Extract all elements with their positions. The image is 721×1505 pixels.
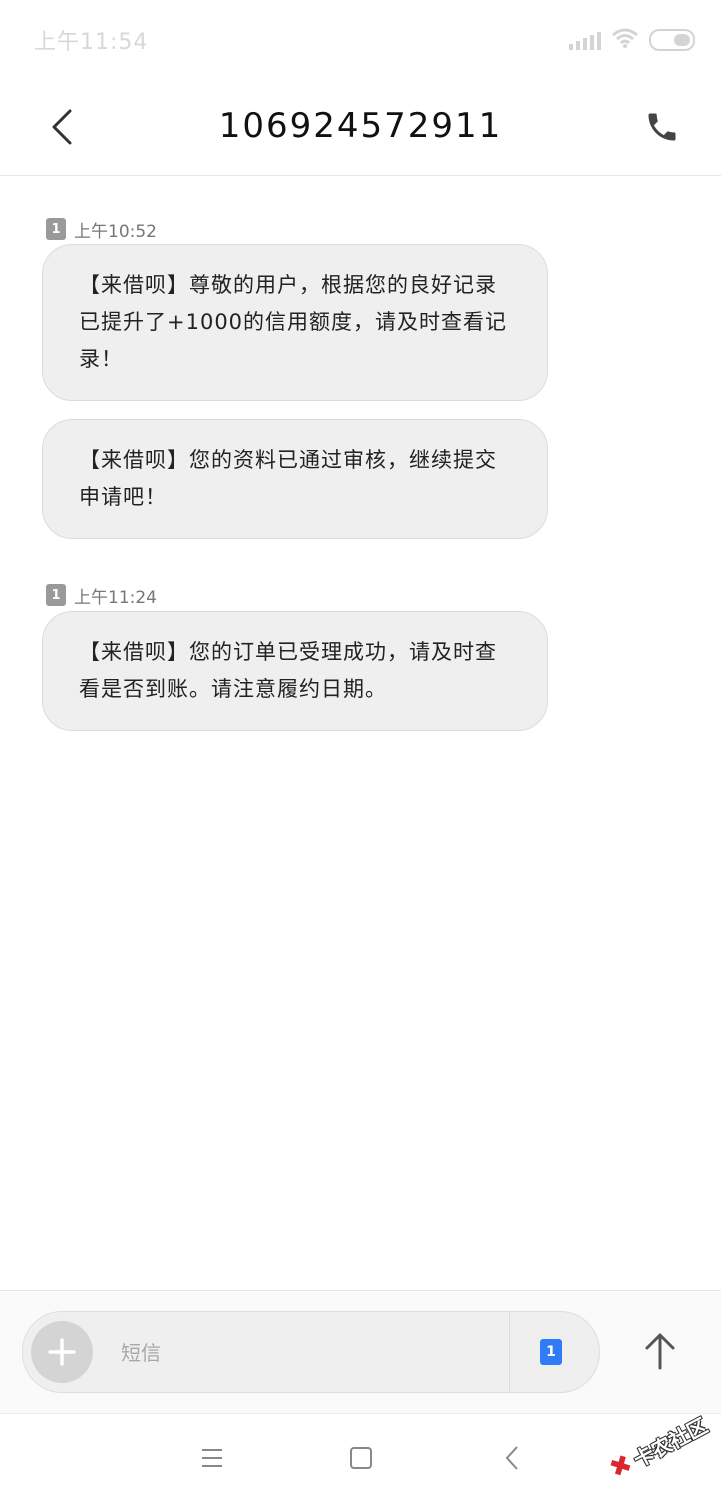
wifi-icon	[611, 27, 639, 53]
message-meta: 1 上午10:52	[46, 217, 157, 242]
sms-input[interactable]	[119, 1332, 503, 1374]
back-triangle-icon	[505, 1446, 518, 1470]
menu-button[interactable]	[192, 1438, 232, 1478]
message-timestamp: 上午11:24	[74, 587, 157, 608]
plus-icon	[48, 1338, 76, 1366]
divider	[509, 1312, 510, 1392]
signal-icon	[569, 30, 601, 50]
call-button[interactable]	[637, 102, 687, 152]
status-icons	[569, 26, 695, 54]
composer: 1	[22, 1311, 600, 1393]
status-time: 上午11:54	[34, 30, 149, 55]
sim-select-button[interactable]: 1	[540, 1339, 562, 1365]
composer-bar: 1	[0, 1290, 721, 1413]
add-attachment-button[interactable]	[31, 1321, 93, 1383]
sim-badge: 1	[46, 584, 66, 606]
message-timestamp: 上午10:52	[74, 221, 157, 242]
conversation-title: 106924572911	[218, 106, 503, 146]
send-button[interactable]	[636, 1321, 684, 1381]
message-bubble[interactable]: 【来借呗】您的订单已受理成功，请及时查看是否到账。请注意履约日期。	[42, 611, 548, 731]
home-button[interactable]	[341, 1438, 381, 1478]
phone-icon	[648, 113, 676, 141]
nav-back-button[interactable]	[492, 1438, 532, 1478]
home-square-icon	[350, 1447, 372, 1469]
battery-icon	[649, 29, 695, 51]
conversation-header: 106924572911	[0, 78, 721, 176]
watermark-text: 卡农社区	[629, 1412, 712, 1472]
menu-icon	[202, 1449, 222, 1467]
sim-badge: 1	[46, 218, 66, 240]
message-meta: 1 上午11:24	[46, 583, 157, 608]
status-bar: 上午11:54	[0, 0, 721, 78]
message-bubble[interactable]: 【来借呗】您的资料已通过审核，继续提交申请吧！	[42, 419, 548, 539]
arrow-up-icon	[645, 1333, 675, 1370]
message-bubble[interactable]: 【来借呗】尊敬的用户，根据您的良好记录已提升了+1000的信用额度，请及时查看记…	[42, 244, 548, 401]
